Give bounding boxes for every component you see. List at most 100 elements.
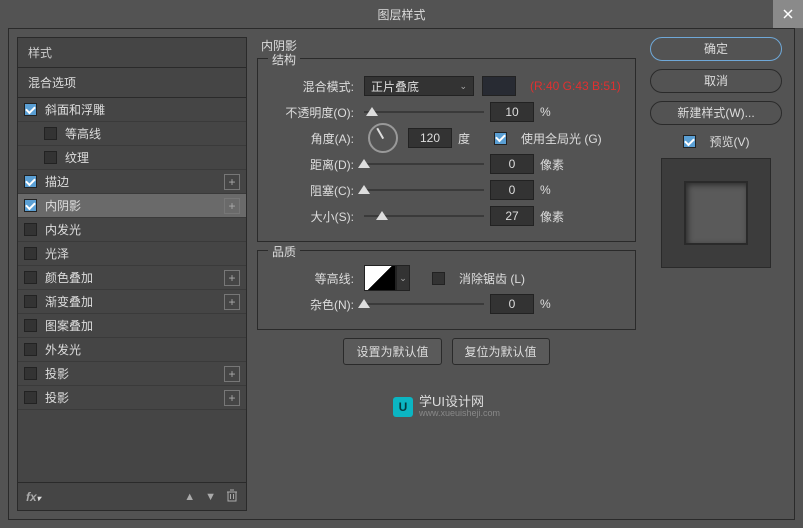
opacity-input[interactable]: 10 xyxy=(490,102,534,122)
style-item-6[interactable]: 光泽 xyxy=(18,242,246,266)
style-label: 投影 xyxy=(45,389,69,406)
style-checkbox[interactable] xyxy=(44,127,57,140)
style-item-1[interactable]: 等高线 xyxy=(18,122,246,146)
add-effect-icon[interactable]: + xyxy=(224,366,240,382)
blend-mode-label: 混合模式: xyxy=(270,78,354,95)
styles-header[interactable]: 样式 xyxy=(18,38,246,67)
choke-slider[interactable] xyxy=(364,182,484,198)
size-unit: 像素 xyxy=(540,208,570,225)
watermark-text-cn: 学UI设计网 xyxy=(419,395,500,409)
contour-label: 等高线: xyxy=(270,270,354,287)
add-effect-icon[interactable]: + xyxy=(224,270,240,286)
close-button[interactable] xyxy=(773,0,803,28)
style-checkbox[interactable] xyxy=(24,295,37,308)
size-row: 大小(S): 27 像素 xyxy=(270,203,623,229)
size-input[interactable]: 27 xyxy=(490,206,534,226)
angle-label: 角度(A): xyxy=(270,130,354,147)
preview-row: 预览(V) xyxy=(650,133,782,150)
noise-unit: % xyxy=(540,297,570,311)
structure-title: 结构 xyxy=(268,51,300,68)
watermark: U 学UI设计网 www.xueuisheji.com xyxy=(257,395,636,419)
move-down-icon[interactable]: ▼ xyxy=(205,491,216,503)
style-label: 内阴影 xyxy=(45,197,81,214)
styles-panel: 样式 混合选项 斜面和浮雕等高线纹理描边+内阴影+内发光光泽颜色叠加+渐变叠加+… xyxy=(17,37,247,511)
choke-input[interactable]: 0 xyxy=(490,180,534,200)
move-up-icon[interactable]: ▲ xyxy=(184,491,195,503)
default-buttons: 设置为默认值 复位为默认值 xyxy=(257,338,636,365)
style-item-4[interactable]: 内阴影 + xyxy=(18,194,246,218)
style-checkbox[interactable] xyxy=(24,199,37,212)
angle-input[interactable]: 120 xyxy=(408,128,452,148)
style-item-8[interactable]: 渐变叠加+ xyxy=(18,290,246,314)
antialias-label: 消除锯齿 (L) xyxy=(459,270,525,287)
preview-checkbox[interactable] xyxy=(683,135,696,148)
add-effect-icon[interactable]: + xyxy=(224,174,240,190)
global-light-label: 使用全局光 (G) xyxy=(521,130,602,147)
noise-slider[interactable] xyxy=(364,296,484,312)
make-default-button[interactable]: 设置为默认值 xyxy=(343,338,441,365)
style-item-10[interactable]: 外发光 xyxy=(18,338,246,362)
distance-unit: 像素 xyxy=(540,156,570,173)
noise-label: 杂色(N): xyxy=(270,296,354,313)
style-item-3[interactable]: 描边+ xyxy=(18,170,246,194)
style-checkbox[interactable] xyxy=(24,223,37,236)
blending-options-header[interactable]: 混合选项 xyxy=(18,67,246,98)
blend-mode-value: 正片叠底 xyxy=(371,78,419,95)
style-item-5[interactable]: 内发光 xyxy=(18,218,246,242)
noise-input[interactable]: 0 xyxy=(490,294,534,314)
style-item-0[interactable]: 斜面和浮雕 xyxy=(18,98,246,122)
style-checkbox[interactable] xyxy=(24,343,37,356)
size-slider[interactable] xyxy=(364,208,484,224)
style-checkbox[interactable] xyxy=(24,319,37,332)
blend-mode-select[interactable]: 正片叠底 ⌄ xyxy=(364,76,474,96)
contour-dropdown[interactable]: ⌄ xyxy=(396,265,410,291)
ok-button[interactable]: 确定 xyxy=(650,37,782,61)
cancel-button[interactable]: 取消 xyxy=(650,69,782,93)
style-item-9[interactable]: 图案叠加 xyxy=(18,314,246,338)
style-label: 颜色叠加 xyxy=(45,269,93,286)
trash-icon[interactable] xyxy=(226,489,238,505)
style-checkbox[interactable] xyxy=(44,151,57,164)
global-light-checkbox[interactable] xyxy=(494,132,507,145)
style-checkbox[interactable] xyxy=(24,103,37,116)
style-checkbox[interactable] xyxy=(24,175,37,188)
style-label: 内发光 xyxy=(45,221,81,238)
fx-icon[interactable]: fx▾ xyxy=(26,490,41,504)
distance-slider[interactable] xyxy=(364,156,484,172)
distance-input[interactable]: 0 xyxy=(490,154,534,174)
style-label: 纹理 xyxy=(65,149,89,166)
color-swatch[interactable] xyxy=(482,76,516,96)
opacity-slider[interactable] xyxy=(364,104,484,120)
preview-swatch xyxy=(684,181,748,245)
reset-default-button[interactable]: 复位为默认值 xyxy=(452,338,550,365)
choke-label: 阻塞(C): xyxy=(270,182,354,199)
style-item-7[interactable]: 颜色叠加 + xyxy=(18,266,246,290)
style-checkbox[interactable] xyxy=(24,247,37,260)
style-checkbox[interactable] xyxy=(24,391,37,404)
watermark-logo-icon: U xyxy=(393,397,413,417)
style-checkbox[interactable] xyxy=(24,271,37,284)
style-list: 斜面和浮雕等高线纹理描边+内阴影+内发光光泽颜色叠加+渐变叠加+图案叠加外发光投… xyxy=(18,98,246,482)
add-effect-icon[interactable]: + xyxy=(224,294,240,310)
angle-dial[interactable] xyxy=(368,123,398,153)
style-item-11[interactable]: 投影+ xyxy=(18,362,246,386)
dialog-title: 图层样式 xyxy=(377,6,425,23)
add-effect-icon[interactable]: + xyxy=(224,390,240,406)
close-icon xyxy=(783,9,793,19)
style-item-2[interactable]: 纹理 xyxy=(18,146,246,170)
antialias-checkbox[interactable] xyxy=(432,272,445,285)
section-title: 内阴影 xyxy=(261,37,636,54)
blend-mode-row: 混合模式: 正片叠底 ⌄ (R:40 G:43 B:51) xyxy=(270,73,623,99)
new-style-button[interactable]: 新建样式(W)... xyxy=(650,101,782,125)
quality-title: 品质 xyxy=(268,243,300,260)
style-label: 图案叠加 xyxy=(45,317,93,334)
distance-row: 距离(D): 0 像素 xyxy=(270,151,623,177)
add-effect-icon[interactable]: + xyxy=(224,198,240,214)
chevron-down-icon: ⌄ xyxy=(459,81,467,92)
style-item-12[interactable]: 投影 + xyxy=(18,386,246,410)
preview-label: 预览(V) xyxy=(710,133,750,150)
style-label: 斜面和浮雕 xyxy=(45,101,105,118)
style-label: 外发光 xyxy=(45,341,81,358)
style-checkbox[interactable] xyxy=(24,367,37,380)
contour-picker[interactable] xyxy=(364,265,396,291)
